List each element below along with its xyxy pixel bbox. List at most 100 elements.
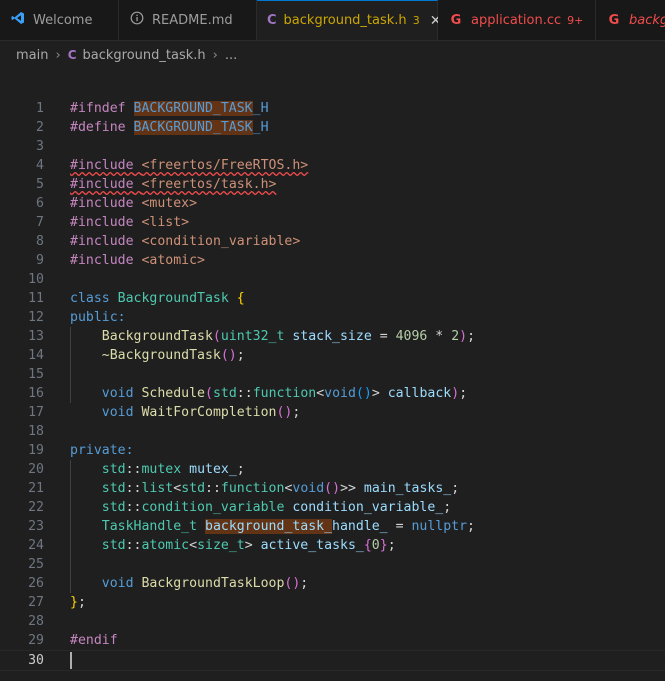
code-text: #include <freertos/FreeRTOS.h> [70,158,309,173]
line-number: 21 [28,481,44,496]
problems-badge: 3 [412,14,420,27]
code-line[interactable]: 9 #include <atomic> [0,251,665,270]
line-number: 20 [28,462,44,477]
code-line[interactable]: 16 void Schedule(std::function<void()> c… [0,384,665,403]
code-line[interactable]: 21 std::list<std::function<void()>> main… [0,479,665,498]
code-line[interactable]: 23 TaskHandle_t background_task_handle_ … [0,517,665,536]
code-line[interactable]: 5 #include <freertos/task.h> [0,175,665,194]
code-line[interactable]: 8 #include <condition_variable> [0,232,665,251]
code-editor[interactable]: 1 #ifndef BACKGROUND_TASK_H 2 #define BACK… [0,99,665,671]
code-text: #ifndef BACKGROUND_TASK_H [70,101,269,116]
code-text: #include <condition_variable> [70,234,301,249]
problems-badge: 9+ [567,13,584,27]
code-line[interactable]: 22 std::condition_variable condition_var… [0,498,665,517]
line-number: 8 [36,234,44,249]
line-number: 30 [28,653,44,668]
line-number: 14 [28,348,44,363]
code-line[interactable]: 2 #define BACKGROUND_TASK_H [0,118,665,137]
tab-application-cc[interactable]: G application.cc 9+ [438,0,596,40]
line-number: 13 [28,329,44,344]
line-number: 17 [28,405,44,420]
code-line[interactable]: 1 #ifndef BACKGROUND_TASK_H [0,99,665,118]
code-line[interactable]: 17 void WaitForCompletion(); [0,403,665,422]
line-number: 10 [28,272,44,287]
code-text: BackgroundTask(uint32_t stack_size = 409… [101,329,476,344]
line-number: 24 [28,538,44,553]
tab-background-task-cc[interactable]: G backgr [596,0,665,40]
code-text: #include <mutex> [70,196,198,211]
tab-label: application.cc [471,12,562,28]
code-text: std::condition_variable condition_variab… [101,500,452,515]
line-number: 2 [36,120,44,135]
breadcrumb-file[interactable]: background_task.h [83,48,206,63]
code-text: }; [70,595,86,610]
code-line[interactable]: 24 std::atomic<size_t> active_tasks_{0}; [0,536,665,555]
code-line[interactable]: 6 #include <mutex> [0,194,665,213]
c-file-icon: C [67,48,77,62]
text-cursor [70,652,72,669]
cpp-file-icon: G [608,12,620,28]
code-line[interactable]: 11 class BackgroundTask { [0,289,665,308]
code-text: #include <list> [70,215,190,230]
line-number: 22 [28,500,44,515]
code-line[interactable]: 3 [0,137,665,156]
code-line[interactable]: 20 std::mutex mutex_; [0,460,665,479]
code-text: void BackgroundTaskLoop(); [101,576,309,591]
code-line[interactable]: 12 public: [0,308,665,327]
code-line[interactable]: 7 #include <list> [0,213,665,232]
code-line[interactable]: 10 [0,270,665,289]
tab-label: background_task.h [283,13,407,28]
line-number: 28 [28,614,44,629]
code-line[interactable]: 27}; [0,593,665,612]
tab-bar: Welcome README.md C background_task.h 3 … [0,0,665,41]
tab-label: Welcome [33,12,93,28]
code-line[interactable]: 4 #include <freertos/FreeRTOS.h> [0,156,665,175]
line-number: 25 [28,557,44,572]
chevron-right-icon: › [212,47,218,63]
cpp-file-icon: G [450,12,462,28]
tab-welcome[interactable]: Welcome [0,0,119,40]
line-number: 29 [28,633,44,648]
code-line[interactable]: 29 #endif [0,631,665,650]
code-line[interactable]: 18 [0,422,665,441]
tab-label: backgr [629,12,665,28]
code-line[interactable]: 13 BackgroundTask(uint32_t stack_size = … [0,327,665,346]
code-text: std::mutex mutex_; [101,462,245,477]
code-line[interactable]: 28 [0,612,665,631]
code-text: #endif [70,633,118,648]
code-line[interactable]: 25 [0,555,665,574]
code-line[interactable]: 14 ~BackgroundTask(); [0,346,665,365]
line-number: 12 [28,310,44,325]
code-text: #define BACKGROUND_TASK_H [70,120,269,135]
tab-background-task-h[interactable]: C background_task.h 3 ✕ [257,0,441,40]
vscode-logo-icon [10,11,26,29]
line-number: 4 [36,158,44,173]
breadcrumb: main › C background_task.h › ... [0,41,665,69]
code-text: class BackgroundTask { [70,291,245,306]
code-text: ~BackgroundTask(); [101,348,245,363]
code-line[interactable]: 26 void BackgroundTaskLoop(); [0,574,665,593]
line-number: 9 [36,253,44,268]
line-number: 15 [28,367,44,382]
line-number: 27 [28,595,44,610]
code-line[interactable]: 15 [0,365,665,384]
code-text: void Schedule(std::function<void()> call… [101,386,468,401]
code-text: TaskHandle_t background_task_handle_ = n… [101,519,475,534]
code-text: #include <atomic> [70,253,206,268]
current-line[interactable]: 30 [0,650,665,671]
code-text: private: [70,443,134,458]
info-icon [129,11,145,29]
line-number: 26 [28,576,44,591]
code-text: public: [70,310,126,325]
line-number: 3 [36,139,44,154]
line-number: 1 [36,101,44,116]
code-text: void WaitForCompletion(); [101,405,301,420]
breadcrumb-folder[interactable]: main [16,48,48,63]
code-line[interactable]: 19 private: [0,441,665,460]
line-number: 5 [36,177,44,192]
breadcrumb-symbol[interactable]: ... [225,48,237,63]
line-number: 6 [36,196,44,211]
tab-readme[interactable]: README.md [119,0,257,40]
line-number: 16 [28,386,44,401]
line-number: 11 [28,291,44,306]
